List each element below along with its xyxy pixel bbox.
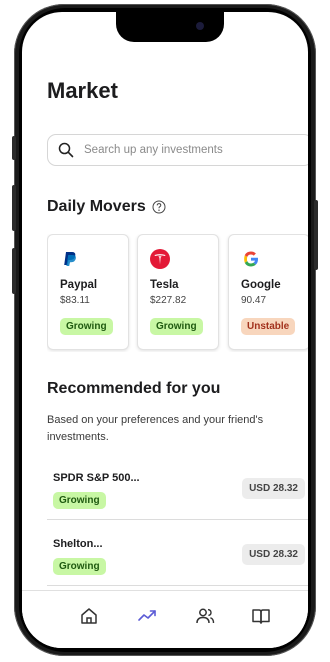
list-item[interactable]: Shelton... Growing USD 28.32 [47, 528, 308, 586]
recommended-description: Based on your preferences and your frien… [47, 414, 264, 443]
trending-icon[interactable] [136, 605, 158, 627]
investment-amount: USD 28.32 [242, 478, 305, 499]
app-screen: Market Daily Movers Paypal $83.11 Growin… [22, 12, 308, 648]
book-icon[interactable] [250, 605, 272, 627]
mover-card-google[interactable]: Google 90.47 Unstable [228, 234, 308, 350]
search-bar[interactable] [47, 134, 308, 166]
investment-name: Shelton... [53, 538, 103, 550]
mute-switch [12, 136, 16, 160]
status-badge: Growing [53, 492, 106, 509]
notch [116, 12, 224, 42]
status-badge: Growing [53, 558, 106, 575]
volume-up-button [12, 185, 16, 231]
daily-movers-header: Daily Movers [47, 198, 166, 216]
search-icon [58, 142, 74, 158]
list-item[interactable]: SPDR S&P 500... Growing USD 28.32 [47, 462, 308, 520]
status-badge: Growing [150, 318, 203, 335]
status-badge: Growing [60, 318, 113, 335]
search-input[interactable] [82, 143, 286, 157]
camera-icon [196, 22, 204, 30]
tesla-logo-icon [150, 249, 170, 269]
daily-movers-heading: Daily Movers [47, 198, 146, 215]
mover-name: Tesla [150, 279, 179, 291]
daily-movers-list[interactable]: Paypal $83.11 Growing Tesla $227.82 Grow… [47, 234, 308, 352]
mover-card-paypal[interactable]: Paypal $83.11 Growing [47, 234, 129, 350]
mover-name: Google [241, 279, 281, 291]
mover-card-tesla[interactable]: Tesla $227.82 Growing [137, 234, 219, 350]
power-button [314, 200, 318, 270]
home-icon[interactable] [78, 605, 100, 627]
bottom-tab-bar [22, 590, 308, 648]
mover-price: $83.11 [60, 295, 90, 306]
status-badge: Unstable [241, 318, 296, 335]
volume-down-button [12, 248, 16, 294]
mover-name: Paypal [60, 279, 98, 291]
investment-name: SPDR S&P 500... [53, 472, 140, 484]
paypal-logo-icon [64, 252, 76, 266]
recommended-heading: Recommended for you [47, 380, 221, 397]
investment-amount: USD 28.32 [242, 544, 305, 565]
page-title: Market [47, 78, 118, 103]
mover-price: $227.82 [150, 295, 187, 306]
google-logo-icon [244, 251, 258, 267]
help-icon[interactable] [152, 200, 166, 214]
users-icon[interactable] [194, 605, 216, 627]
mover-price: 90.47 [241, 295, 267, 306]
